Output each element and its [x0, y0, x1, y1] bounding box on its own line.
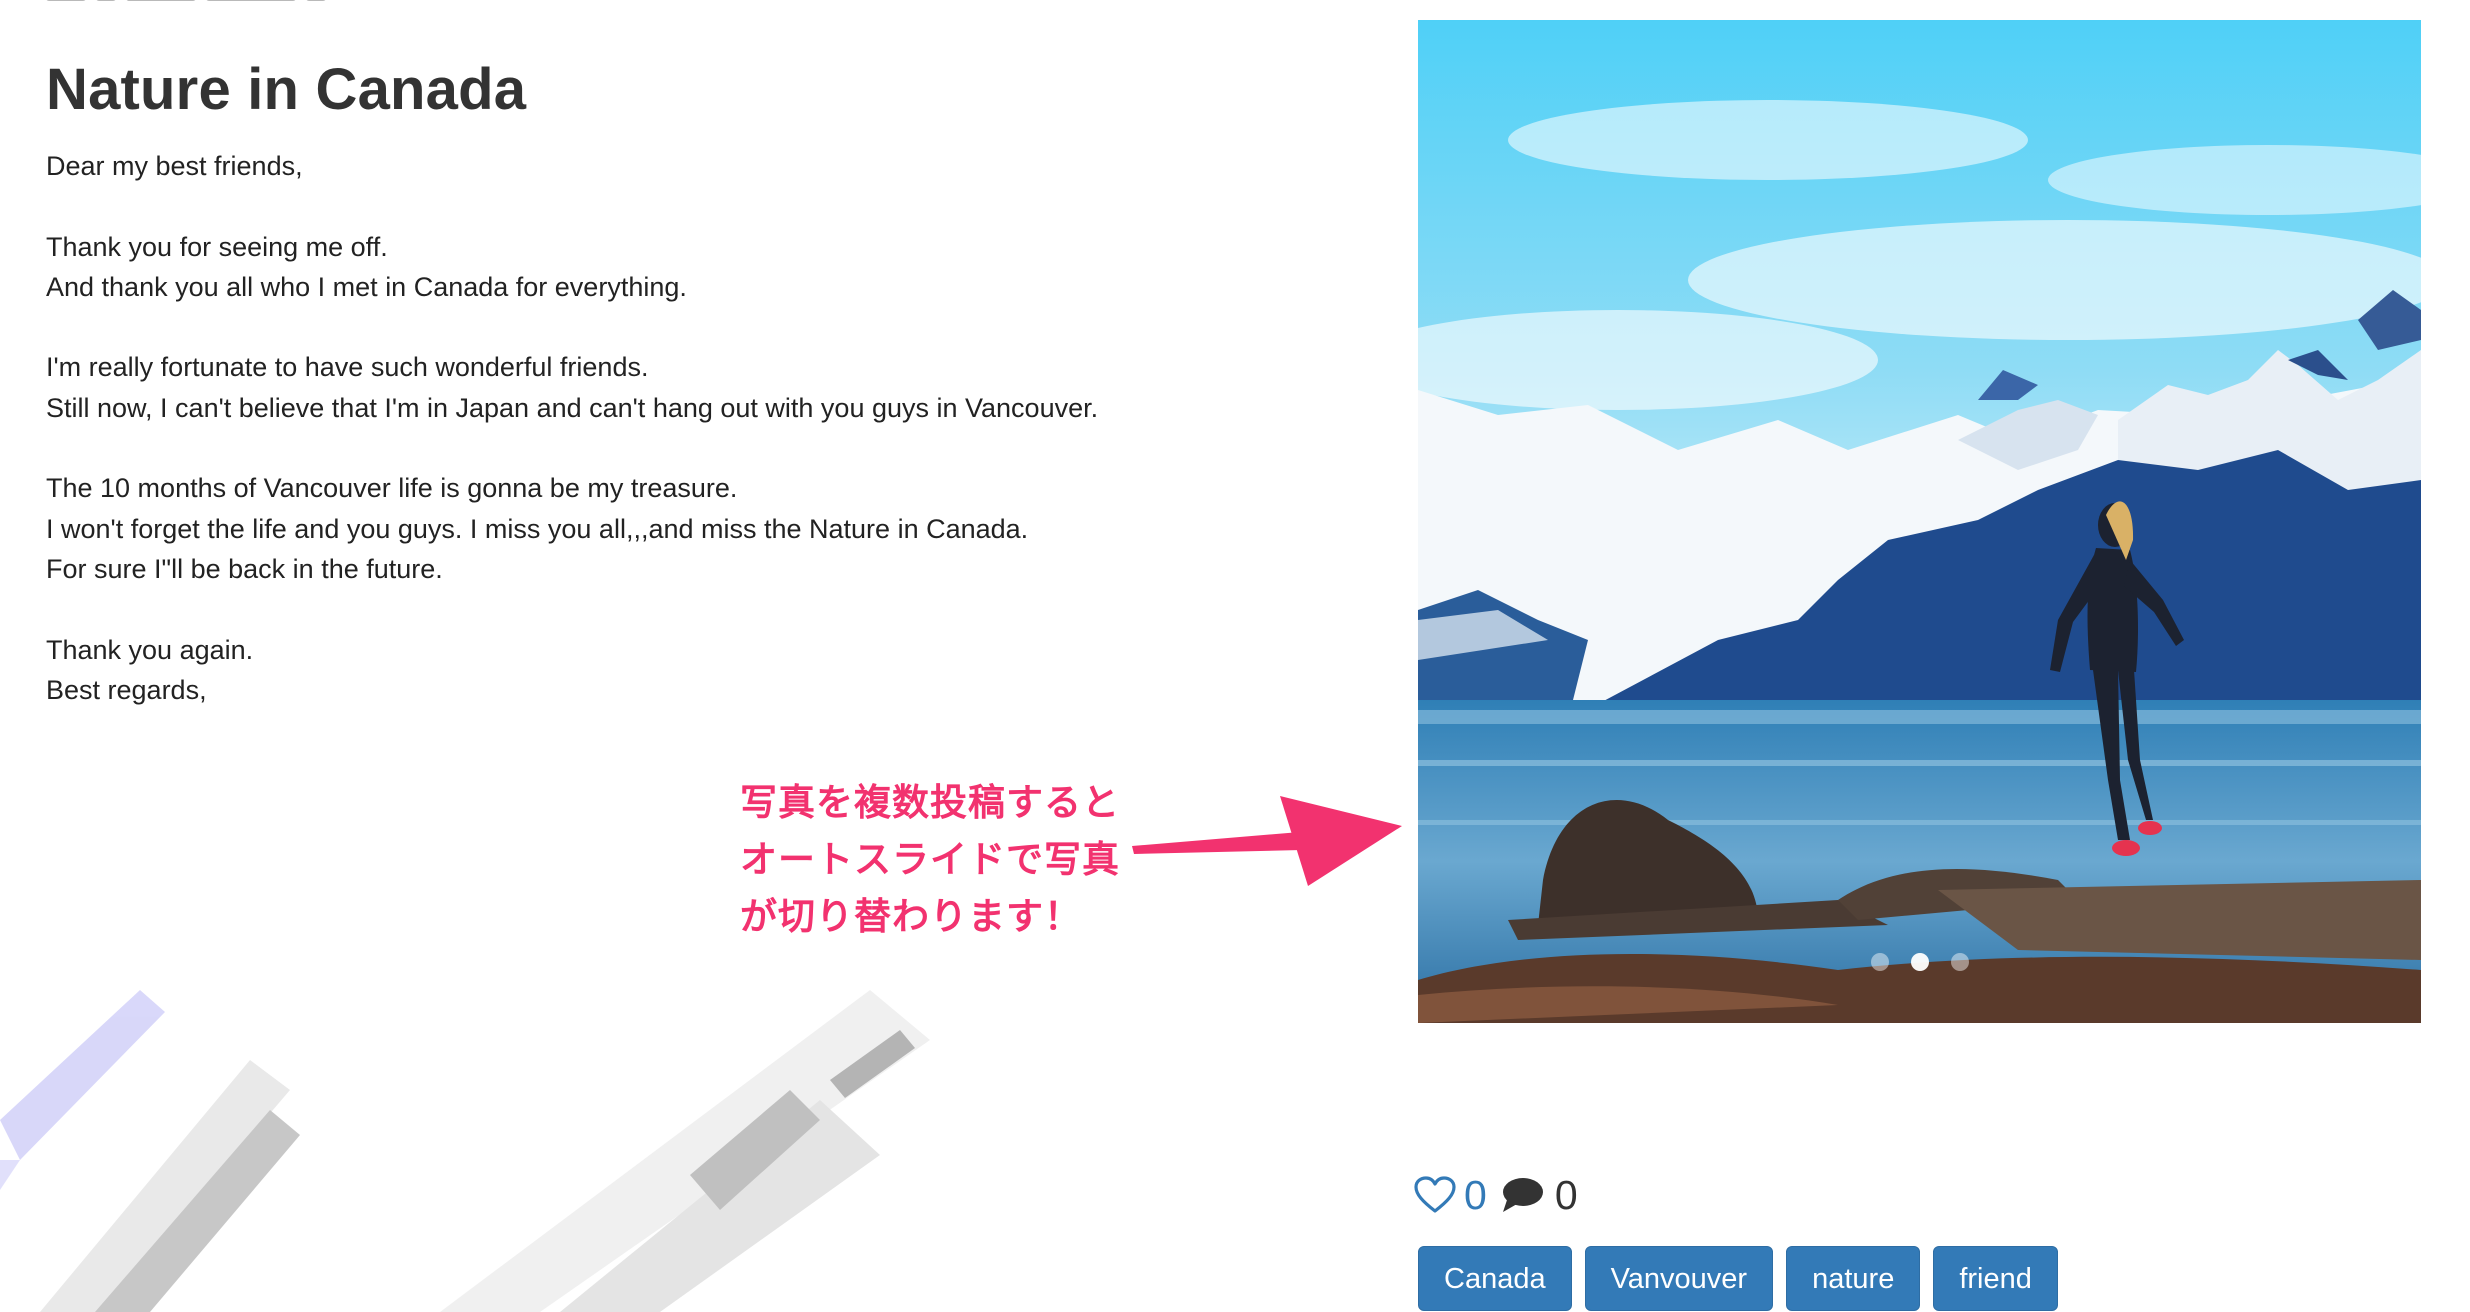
like-count: 0 — [1464, 1171, 1487, 1218]
carousel-indicators — [1418, 953, 2421, 971]
carousel-dot-1[interactable] — [1870, 953, 1889, 971]
post-meta: 0 0 — [1414, 1170, 1578, 1220]
photo-carousel[interactable] — [1418, 20, 2421, 1023]
body-line: I won't forget the life and you guys. I … — [46, 513, 1029, 544]
background-pens-decoration — [0, 990, 930, 1312]
annotation-line: が切り替わります！ — [740, 895, 1082, 938]
carousel-slide-image — [1418, 20, 2421, 1023]
body-line: Thank you for seeing me off. — [46, 231, 388, 262]
tag-nature[interactable]: nature — [1786, 1246, 1921, 1311]
body-line: Best regards, — [46, 674, 207, 705]
tag-vanvouver[interactable]: Vanvouver — [1584, 1246, 1774, 1311]
post-page: Nature in Canada Dear my best friends, T… — [0, 0, 2470, 1312]
tag-canada[interactable]: Canada — [1418, 1246, 1572, 1311]
tag-friend[interactable]: friend — [1933, 1246, 2058, 1311]
post-body: Dear my best friends, Thank you for seei… — [46, 146, 1346, 710]
tag-list: Canada Vanvouver nature friend — [1418, 1246, 2058, 1311]
carousel-dot-3[interactable] — [1950, 953, 1969, 971]
speech-bubble-icon[interactable] — [1501, 1176, 1545, 1214]
post-title: Nature in Canada — [46, 57, 527, 122]
carousel-dot-2[interactable] — [1910, 953, 1929, 971]
body-line: Thank you again. — [46, 634, 254, 665]
cropped-breadcrumb — [46, 0, 446, 4]
body-line: I'm really fortunate to have such wonder… — [46, 352, 649, 383]
body-line: For sure I"ll be back in the future. — [46, 553, 443, 584]
body-line: Still now, I can't believe that I'm in J… — [46, 392, 1099, 423]
body-line: Dear my best friends, — [46, 151, 303, 181]
heart-outline-icon[interactable] — [1414, 1176, 1456, 1214]
body-line: The 10 months of Vancouver life is gonna… — [46, 473, 738, 504]
body-line: And thank you all who I met in Canada fo… — [46, 271, 687, 302]
comment-count: 0 — [1554, 1171, 1578, 1218]
annotation-arrow-icon — [1132, 796, 1402, 886]
